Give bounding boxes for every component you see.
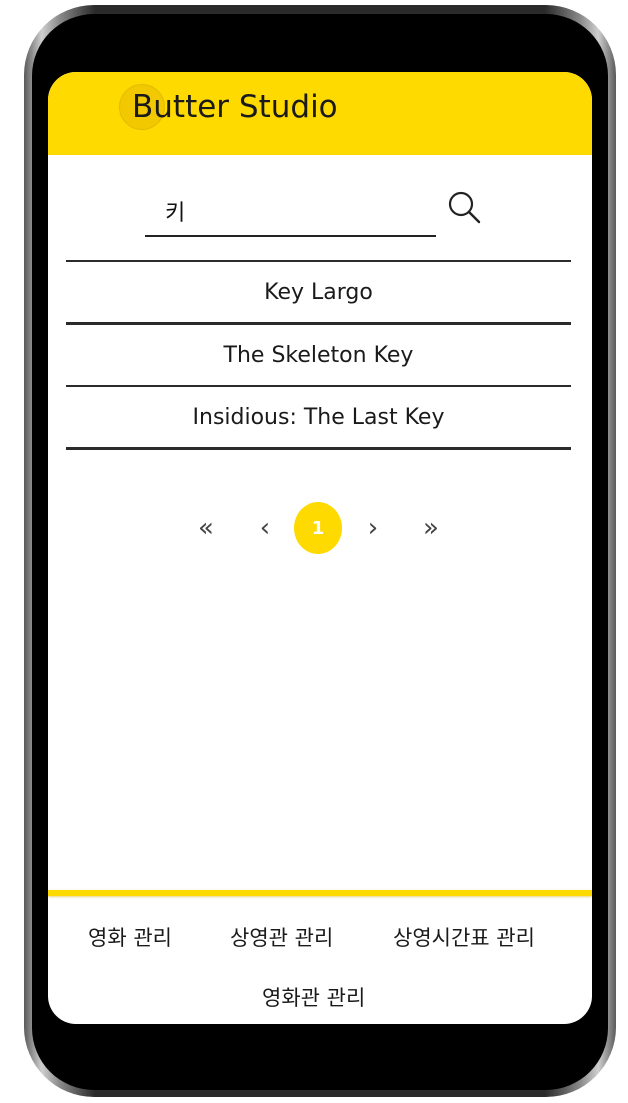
search-field bbox=[145, 187, 436, 237]
logo-name: utter Studio bbox=[153, 89, 338, 125]
current-page-button[interactable]: 1 bbox=[294, 502, 342, 554]
divider bbox=[66, 447, 571, 450]
footer-divider bbox=[48, 890, 592, 896]
logo-letter: B bbox=[132, 89, 154, 125]
schedule-management-link[interactable]: 상영시간표 관리 bbox=[393, 922, 535, 952]
app-header: Butter Studio bbox=[48, 72, 592, 155]
last-page-button[interactable]: » bbox=[419, 500, 443, 556]
screen-management-link[interactable]: 상영관 관리 bbox=[230, 922, 333, 952]
app-screen: Butter Studio Key Largo The Skeleton Key… bbox=[48, 72, 592, 1024]
result-item[interactable]: Insidious: The Last Key bbox=[66, 387, 571, 447]
theater-management-link[interactable]: 영화관 관리 bbox=[262, 982, 365, 1012]
prev-page-button[interactable]: ‹ bbox=[253, 500, 277, 556]
search-button[interactable] bbox=[445, 188, 485, 228]
movie-management-link[interactable]: 영화 관리 bbox=[88, 922, 172, 952]
next-page-button[interactable]: › bbox=[361, 500, 385, 556]
pagination: « ‹ 1 › » bbox=[48, 500, 592, 556]
app-logo[interactable]: Butter Studio bbox=[132, 89, 338, 125]
first-page-button[interactable]: « bbox=[194, 500, 218, 556]
result-item[interactable]: The Skeleton Key bbox=[66, 325, 571, 385]
result-item[interactable]: Key Largo bbox=[66, 262, 571, 322]
search-input[interactable] bbox=[145, 187, 436, 235]
search-icon bbox=[448, 191, 481, 224]
results-list: Key Largo The Skeleton Key Insidious: Th… bbox=[66, 260, 571, 450]
